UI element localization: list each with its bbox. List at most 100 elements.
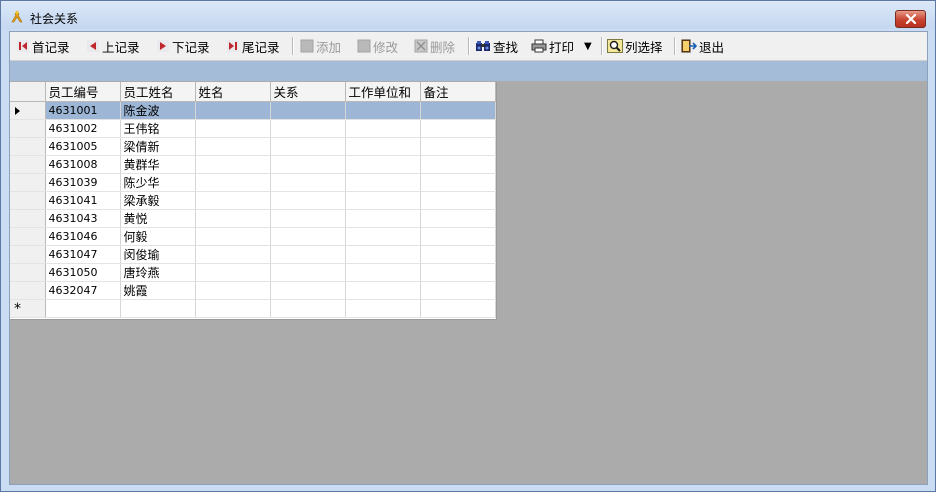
cell-relation[interactable]	[270, 263, 346, 282]
cell-name[interactable]	[195, 119, 271, 138]
cell-employee-name[interactable]: 姚霞	[120, 281, 196, 300]
cell-workplace[interactable]	[345, 245, 421, 264]
cell-remark[interactable]	[420, 173, 496, 192]
column-header-employee-name[interactable]: 员工姓名	[120, 82, 196, 102]
cell-employee-name[interactable]: 黄悦	[120, 209, 196, 228]
row-header[interactable]	[10, 137, 46, 156]
cell-relation[interactable]	[270, 155, 346, 174]
cell-remark[interactable]	[420, 137, 496, 156]
table-row[interactable]: 4631046 何毅	[10, 227, 496, 246]
cell-employee-id[interactable]: 4631039	[45, 173, 121, 192]
row-header[interactable]	[10, 191, 46, 210]
row-header[interactable]	[10, 101, 46, 120]
cell-workplace[interactable]	[345, 209, 421, 228]
cell-employee-name[interactable]: 王伟铭	[120, 119, 196, 138]
new-row[interactable]: *	[10, 299, 496, 318]
cell-relation[interactable]	[270, 299, 346, 318]
table-row[interactable]: 4632047 姚霞	[10, 281, 496, 300]
cell-workplace[interactable]	[345, 119, 421, 138]
last-record-button[interactable]: 尾记录	[226, 36, 280, 56]
next-record-button[interactable]: 下记录	[156, 36, 210, 56]
row-header[interactable]	[10, 263, 46, 282]
edit-button[interactable]: 修改	[357, 36, 398, 56]
cell-name[interactable]	[195, 173, 271, 192]
cell-name[interactable]	[195, 155, 271, 174]
table-row[interactable]: 4631041 梁承毅	[10, 191, 496, 210]
cell-relation[interactable]	[270, 191, 346, 210]
column-header-employee-id[interactable]: 员工编号	[45, 82, 121, 102]
cell-name[interactable]	[195, 101, 271, 120]
cell-workplace[interactable]	[345, 155, 421, 174]
row-header[interactable]	[10, 173, 46, 192]
cell-employee-id[interactable]: 4632047	[45, 281, 121, 300]
cell-remark[interactable]	[420, 119, 496, 138]
row-header[interactable]	[10, 209, 46, 228]
cell-relation[interactable]	[270, 209, 346, 228]
cell-name[interactable]	[195, 245, 271, 264]
cell-name[interactable]	[195, 137, 271, 156]
cell-employee-id[interactable]: 4631046	[45, 227, 121, 246]
close-button[interactable]	[895, 10, 926, 28]
cell-employee-id[interactable]: 4631050	[45, 263, 121, 282]
add-button[interactable]: 添加	[300, 36, 341, 56]
row-header[interactable]	[10, 245, 46, 264]
row-header[interactable]	[10, 281, 46, 300]
column-select-button[interactable]: 列选择	[607, 36, 663, 56]
cell-remark[interactable]	[420, 281, 496, 300]
cell-employee-id[interactable]: 4631008	[45, 155, 121, 174]
cell-name[interactable]	[195, 263, 271, 282]
cell-employee-id[interactable]: 4631001	[45, 101, 121, 120]
cell-relation[interactable]	[270, 227, 346, 246]
first-record-button[interactable]: 首记录	[16, 36, 70, 56]
table-row[interactable]: 4631039 陈少华	[10, 173, 496, 192]
cell-relation[interactable]	[270, 173, 346, 192]
table-row[interactable]: 4631002 王伟铭	[10, 119, 496, 138]
cell-employee-id[interactable]: 4631047	[45, 245, 121, 264]
column-header-name[interactable]: 姓名	[195, 82, 271, 102]
cell-relation[interactable]	[270, 137, 346, 156]
cell-employee-name[interactable]: 陈少华	[120, 173, 196, 192]
cell-relation[interactable]	[270, 245, 346, 264]
cell-employee-name[interactable]	[120, 299, 196, 318]
cell-relation[interactable]	[270, 101, 346, 120]
table-row[interactable]: 4631050 唐玲燕	[10, 263, 496, 282]
cell-employee-name[interactable]: 何毅	[120, 227, 196, 246]
cell-name[interactable]	[195, 209, 271, 228]
cell-workplace[interactable]	[345, 137, 421, 156]
cell-relation[interactable]	[270, 119, 346, 138]
cell-remark[interactable]	[420, 101, 496, 120]
table-row[interactable]: 4631008 黄群华	[10, 155, 496, 174]
cell-name[interactable]	[195, 227, 271, 246]
row-header[interactable]	[10, 227, 46, 246]
cell-workplace[interactable]	[345, 173, 421, 192]
delete-button[interactable]: 删除	[414, 36, 455, 56]
cell-employee-name[interactable]: 梁倩新	[120, 137, 196, 156]
cell-remark[interactable]	[420, 227, 496, 246]
cell-employee-name[interactable]: 陈金波	[120, 101, 196, 120]
cell-remark[interactable]	[420, 155, 496, 174]
cell-employee-id[interactable]: 4631041	[45, 191, 121, 210]
cell-name[interactable]	[195, 281, 271, 300]
cell-employee-id[interactable]	[45, 299, 121, 318]
column-header-remark[interactable]: 备注	[420, 82, 496, 102]
prev-record-button[interactable]: 上记录	[86, 36, 140, 56]
cell-remark[interactable]	[420, 191, 496, 210]
cell-employee-name[interactable]: 黄群华	[120, 155, 196, 174]
cell-remark[interactable]	[420, 263, 496, 282]
cell-workplace[interactable]	[345, 263, 421, 282]
cell-employee-name[interactable]: 唐玲燕	[120, 263, 196, 282]
row-header[interactable]: *	[10, 299, 46, 318]
cell-relation[interactable]	[270, 281, 346, 300]
table-row[interactable]: 4631001 陈金波	[10, 101, 496, 120]
cell-employee-id[interactable]: 4631005	[45, 137, 121, 156]
cell-workplace[interactable]	[345, 191, 421, 210]
print-button[interactable]: 打印	[531, 36, 574, 56]
cell-name[interactable]	[195, 299, 271, 318]
column-header-relation[interactable]: 关系	[270, 82, 346, 102]
cell-employee-id[interactable]: 4631043	[45, 209, 121, 228]
print-dropdown-button[interactable]: ▼	[584, 36, 592, 56]
cell-workplace[interactable]	[345, 101, 421, 120]
cell-workplace[interactable]	[345, 227, 421, 246]
table-row[interactable]: 4631005 梁倩新	[10, 137, 496, 156]
table-row[interactable]: 4631043 黄悦	[10, 209, 496, 228]
